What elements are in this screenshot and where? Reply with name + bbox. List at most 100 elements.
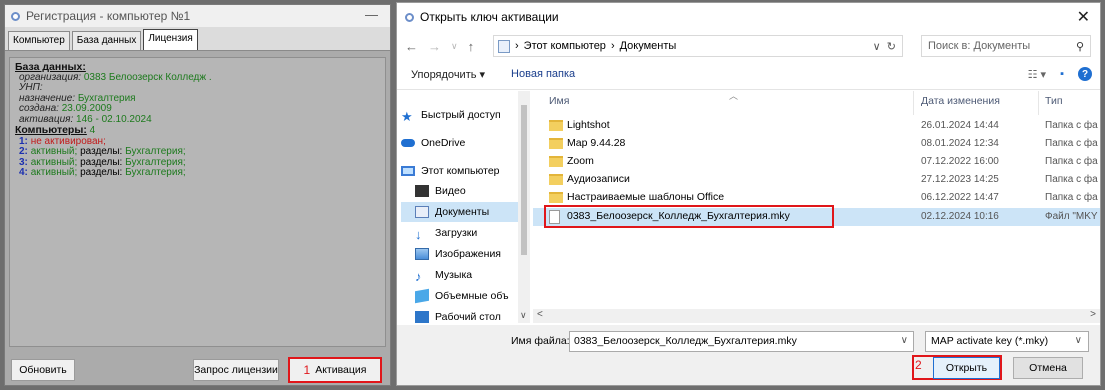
nav-video[interactable]: Видео (415, 181, 521, 201)
cube-icon (415, 288, 429, 304)
breadcrumb-separator: › (610, 40, 615, 52)
divider (397, 89, 1100, 90)
computers-count: 4 (89, 125, 96, 136)
up-arrow-icon[interactable]: ↑ (468, 39, 475, 54)
app-icon (405, 12, 414, 22)
step-marker-1: 1 (303, 363, 311, 377)
search-input[interactable]: Поиск в: Документы ⚲ (921, 35, 1091, 57)
computer-icon (401, 166, 415, 176)
purpose-value: Бухгалтерия (77, 92, 136, 104)
highlight-frame (544, 205, 834, 228)
registration-titlebar: Регистрация - компьютер №1 — (5, 5, 390, 27)
chevron-down-icon[interactable]: ∨ (901, 335, 908, 346)
folder-icon (498, 39, 510, 53)
search-icon: ⚲ (1075, 40, 1084, 53)
help-icon[interactable]: ? (1078, 67, 1092, 81)
folder-icon (549, 156, 563, 167)
recent-chevron-icon[interactable]: ∨ (451, 41, 458, 52)
nav-pictures[interactable]: Изображения (415, 244, 521, 264)
divider (913, 91, 914, 115)
license-info-panel: База данных: организация: 0383 Белоозерс… (9, 57, 386, 347)
folder-icon (549, 120, 563, 131)
tab-license[interactable]: Лицензия (143, 29, 198, 50)
chevron-down-icon[interactable]: ∨ (520, 310, 527, 321)
column-type[interactable]: Тип (1045, 95, 1063, 109)
folder-icon (549, 138, 563, 149)
nav-documents[interactable]: Документы (401, 202, 518, 222)
filename-label: Имя файла: (511, 335, 570, 347)
open-button[interactable]: Открыть (933, 357, 1000, 379)
close-icon[interactable]: ✕ (1077, 7, 1090, 27)
forward-arrow-icon[interactable]: → (428, 39, 441, 54)
folder-icon (549, 192, 563, 203)
list-item[interactable]: Zoom 07.12.2022 16:00 Папка с фа (533, 153, 1100, 171)
cancel-button[interactable]: Отмена (1013, 357, 1083, 379)
toolbar-right: ☷ ▾ ▪ ? (1028, 67, 1092, 81)
nav-quick-access[interactable]: ★ Быстрый доступ (401, 105, 521, 125)
nav-music[interactable]: ♪ Музыка (415, 265, 521, 285)
nav-scrollbar[interactable]: ∨ (518, 91, 530, 323)
image-icon (415, 248, 429, 260)
star-icon: ★ (401, 109, 413, 124)
refresh-icon[interactable]: ∨ ↻ (873, 40, 896, 53)
music-icon: ♪ (415, 269, 422, 284)
view-options-icon[interactable]: ☷ ▾ (1028, 68, 1046, 81)
chevron-left-icon[interactable]: < (537, 309, 543, 320)
address-row: ← → ∨ ↑ › Этот компьютер › Документы ∨ ↻… (397, 31, 1100, 61)
filetype-select[interactable]: MAP activate key (*.mky) ∨ (925, 331, 1089, 352)
open-file-dialog: Открыть ключ активации ✕ ← → ∨ ↑ › Этот … (396, 2, 1101, 386)
preview-pane-icon[interactable]: ▪ (1060, 68, 1064, 80)
dialog-bottom: Имя файла: 0383_Белоозерск_Колледж_Бухга… (397, 325, 1100, 385)
back-arrow-icon[interactable]: ← (405, 39, 418, 54)
created-value: 23.09.2009 (61, 103, 112, 114)
license-request-button[interactable]: Запрос лицензии (193, 359, 279, 381)
tab-database[interactable]: База данных (71, 31, 142, 50)
breadcrumb-separator: › (515, 40, 519, 52)
column-date[interactable]: Дата изменения (921, 95, 1000, 109)
folder-icon (549, 174, 563, 185)
tab-computer[interactable]: Компьютер (8, 31, 70, 50)
step-marker-2: 2 (915, 358, 922, 372)
list-item[interactable]: Map 9.44.28 08.01.2024 12:34 Папка с фа (533, 135, 1100, 153)
navigation-pane: ★ Быстрый доступ OneDrive Этот компьютер… (397, 91, 529, 323)
divider (1038, 91, 1039, 115)
desktop-icon (415, 311, 429, 323)
registration-button-bar: Обновить Запрос лицензии 1 Активация (5, 355, 390, 385)
nav-this-pc[interactable]: Этот компьютер (401, 161, 521, 181)
nav-downloads[interactable]: ↓ Загрузки (415, 223, 521, 243)
list-item[interactable]: Аудиозаписи 27.12.2023 14:25 Папка с фа (533, 171, 1100, 189)
registration-tabs: Компьютер База данных Лицензия (5, 27, 390, 51)
minimize-icon[interactable]: — (365, 7, 378, 22)
sort-caret-icon: ︿ (729, 91, 739, 101)
video-icon (415, 185, 429, 197)
dialog-title: Открыть ключ активации (420, 10, 559, 24)
computer-row: 4: активный; разделы: Бухгалтерия; (19, 167, 186, 178)
nav-desktop[interactable]: Рабочий стол (415, 307, 521, 327)
selected-file-row[interactable]: 0383_Белоозерск_Колледж_Бухгалтерия.mky … (533, 205, 1100, 228)
org-row: организация: 0383 Белоозерск Колледж . (19, 71, 212, 83)
document-icon (415, 206, 429, 218)
file-list-scrollbar[interactable]: < > (533, 309, 1100, 323)
file-list: ︿ Имя Дата изменения Тип Lightshot 26.01… (533, 91, 1100, 309)
column-name[interactable]: Имя (549, 95, 569, 109)
nav-3d-objects[interactable]: Объемные объ (415, 286, 521, 306)
scroll-thumb[interactable] (521, 105, 527, 255)
address-bar[interactable]: › Этот компьютер › Документы ∨ ↻ (493, 35, 903, 57)
app-icon (11, 11, 20, 21)
chevron-down-icon[interactable]: ∨ (1075, 335, 1082, 346)
activation-button[interactable]: 1 Активация (288, 357, 382, 383)
refresh-button[interactable]: Обновить (11, 359, 75, 381)
registration-title: Регистрация - компьютер №1 (26, 9, 191, 23)
list-item[interactable]: Lightshot 26.01.2024 14:44 Папка с фа (533, 117, 1100, 135)
dialog-titlebar: Открыть ключ активации ✕ (397, 3, 1100, 31)
chevron-right-icon[interactable]: > (1090, 309, 1096, 320)
breadcrumb-documents[interactable]: Документы (620, 40, 677, 52)
filename-input[interactable]: 0383_Белоозерск_Колледж_Бухгалтерия.mky … (569, 331, 914, 352)
computers-header: Компьютеры: (15, 124, 87, 136)
organize-button[interactable]: Упорядочить ▾ (411, 68, 485, 81)
new-folder-button[interactable]: Новая папка (511, 68, 575, 80)
nav-onedrive[interactable]: OneDrive (401, 133, 521, 153)
activation-value: 146 - 02.10.2024 (76, 113, 152, 125)
activation-button-label: Активация (315, 364, 367, 376)
breadcrumb-this-pc[interactable]: Этот компьютер (524, 40, 606, 52)
